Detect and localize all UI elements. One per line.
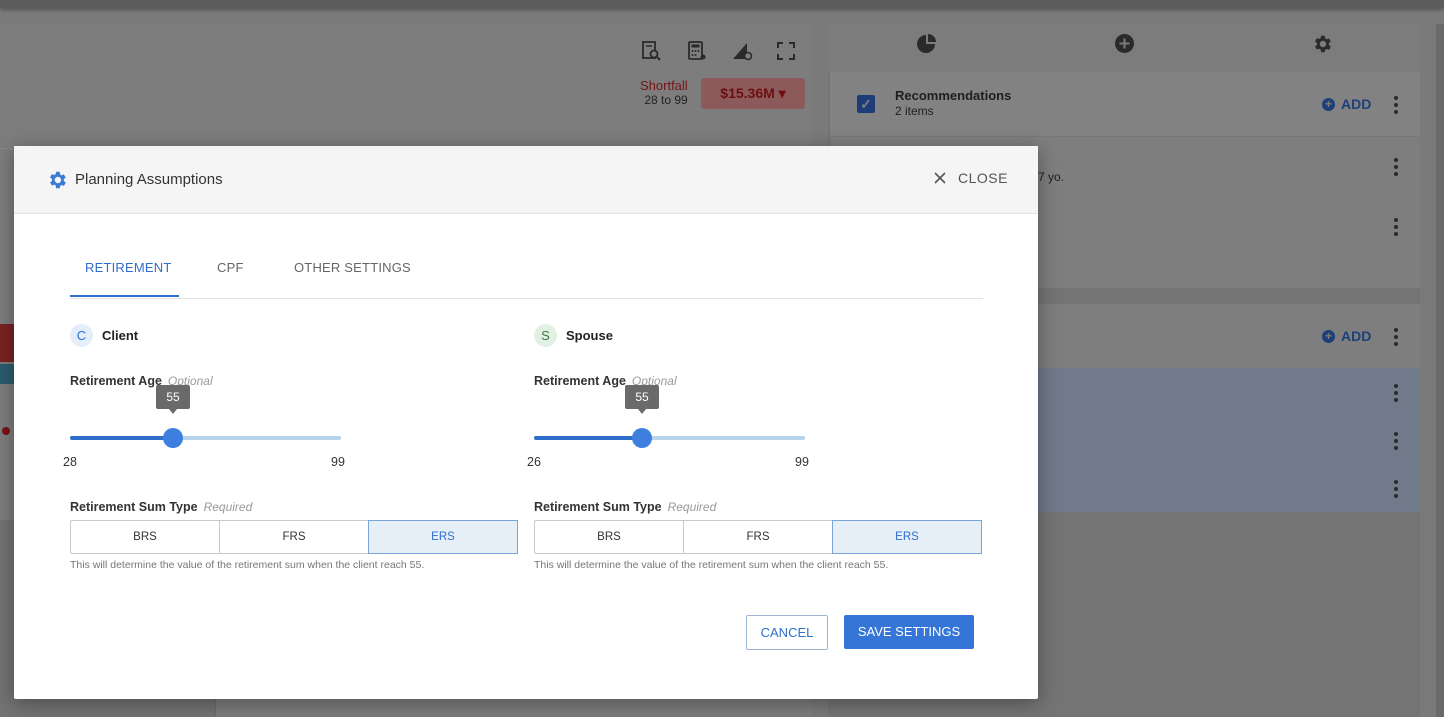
field-label-text: Retirement Age [534,374,626,388]
slider-thumb[interactable] [632,428,652,448]
more-options-icon[interactable] [1394,96,1398,114]
settings-gear-icon [50,171,66,189]
active-tab-indicator [70,295,179,297]
partial-text: 7 yo. [1038,170,1065,184]
client-age-max: 99 [331,455,345,469]
spouse-sum-hint: This will determine the value of the ret… [534,559,889,571]
client-avatar: C [70,324,93,347]
more-options-icon[interactable] [1394,158,1398,176]
recommendations-add-button[interactable]: + ADD [1322,96,1371,112]
more-options-icon[interactable] [1394,384,1398,402]
add-icon: + [1322,329,1335,343]
shortfall-amount-button[interactable]: $15.36M ▾ [701,78,805,109]
shortfall-indicator: Shortfall 28 to 99 [640,78,688,108]
spouse-retirement-sum-selector: BRS FRS ERS [534,520,982,554]
spouse-age-min: 26 [527,455,541,469]
close-icon [934,172,946,184]
spouse-sum-ers-button[interactable]: ERS [832,520,982,554]
gear-icon[interactable] [1311,33,1333,55]
tab-other-settings[interactable]: OTHER SETTINGS [294,260,411,275]
report-search-icon[interactable] [641,41,661,61]
recommendations-checkbox[interactable]: ✓ [857,95,875,113]
slider-value-tooltip: 55 [625,385,659,414]
field-qualifier: Required [667,500,717,514]
client-retirement-age-slider[interactable]: 55 [70,385,341,453]
fullscreen-icon[interactable] [777,42,795,60]
spouse-avatar: S [534,324,557,347]
spouse-header: S Spouse [534,324,613,347]
client-retirement-sum-selector: BRS FRS ERS [70,520,518,554]
spouse-retirement-sum-label: Retirement Sum Type Required [534,500,716,514]
client-sum-ers-button[interactable]: ERS [368,520,518,554]
slider-fill [70,436,173,440]
client-sum-hint: This will determine the value of the ret… [70,559,425,571]
close-label: CLOSE [958,170,1008,186]
chart-bars [0,324,14,384]
client-sum-frs-button[interactable]: FRS [220,521,369,553]
spouse-sum-brs-button[interactable]: BRS [535,521,684,553]
add-icon: + [1322,97,1335,111]
shortfall-range: 28 to 99 [644,93,688,107]
tab-cpf[interactable]: CPF [217,260,244,275]
calculator-icon[interactable] [687,41,707,61]
add-label: ADD [1341,328,1372,344]
recommendations-count: 2 items [895,104,934,118]
slider-value-tooltip: 55 [156,385,190,414]
tab-retirement[interactable]: RETIREMENT [85,260,172,275]
recommendations-title: Recommendations [895,88,1012,103]
chart-settings-icon[interactable] [731,41,753,61]
save-settings-button[interactable]: SAVE SETTINGS [844,615,974,649]
client-retirement-age-label: Retirement Age Optional [70,374,213,388]
spouse-retirement-age-slider[interactable]: 55 [534,385,805,453]
modal-header: Planning Assumptions CLOSE [14,146,1038,214]
pie-chart-icon[interactable] [916,33,938,55]
field-label-text: Retirement Age [70,374,162,388]
chart-point [2,427,10,435]
spouse-name: Spouse [566,328,613,343]
client-age-min: 28 [63,455,77,469]
more-options-icon[interactable] [1394,328,1398,346]
more-options-icon[interactable] [1394,432,1398,450]
app-top-bar [0,0,1444,8]
second-card-add-button[interactable]: + ADD [1322,328,1371,344]
client-retirement-sum-label: Retirement Sum Type Required [70,500,252,514]
client-sum-brs-button[interactable]: BRS [71,521,220,553]
client-header: C Client [70,324,138,347]
field-qualifier: Required [203,500,253,514]
close-button[interactable]: CLOSE [932,170,1008,186]
chevron-down-icon: ▾ [778,85,786,101]
more-options-icon[interactable] [1394,480,1398,498]
shortfall-label: Shortfall [640,78,688,93]
add-label: ADD [1341,96,1372,112]
spouse-sum-frs-button[interactable]: FRS [684,521,833,553]
planning-assumptions-modal: Planning Assumptions CLOSE RETIREMENT CP… [14,146,1038,699]
client-name: Client [102,328,139,343]
slider-thumb[interactable] [163,428,183,448]
slider-fill [534,436,642,440]
more-options-icon[interactable] [1394,218,1398,236]
spouse-age-max: 99 [795,455,809,469]
field-label-text: Retirement Sum Type [534,500,662,514]
modal-title: Planning Assumptions [75,171,223,188]
add-circle-icon[interactable] [1114,33,1135,54]
shortfall-amount: $15.36M [720,85,775,101]
settings-tabs: RETIREMENT CPF OTHER SETTINGS [70,246,983,299]
scrollbar-track [1436,24,1444,717]
field-label-text: Retirement Sum Type [70,500,198,514]
cancel-button[interactable]: CANCEL [746,615,828,650]
